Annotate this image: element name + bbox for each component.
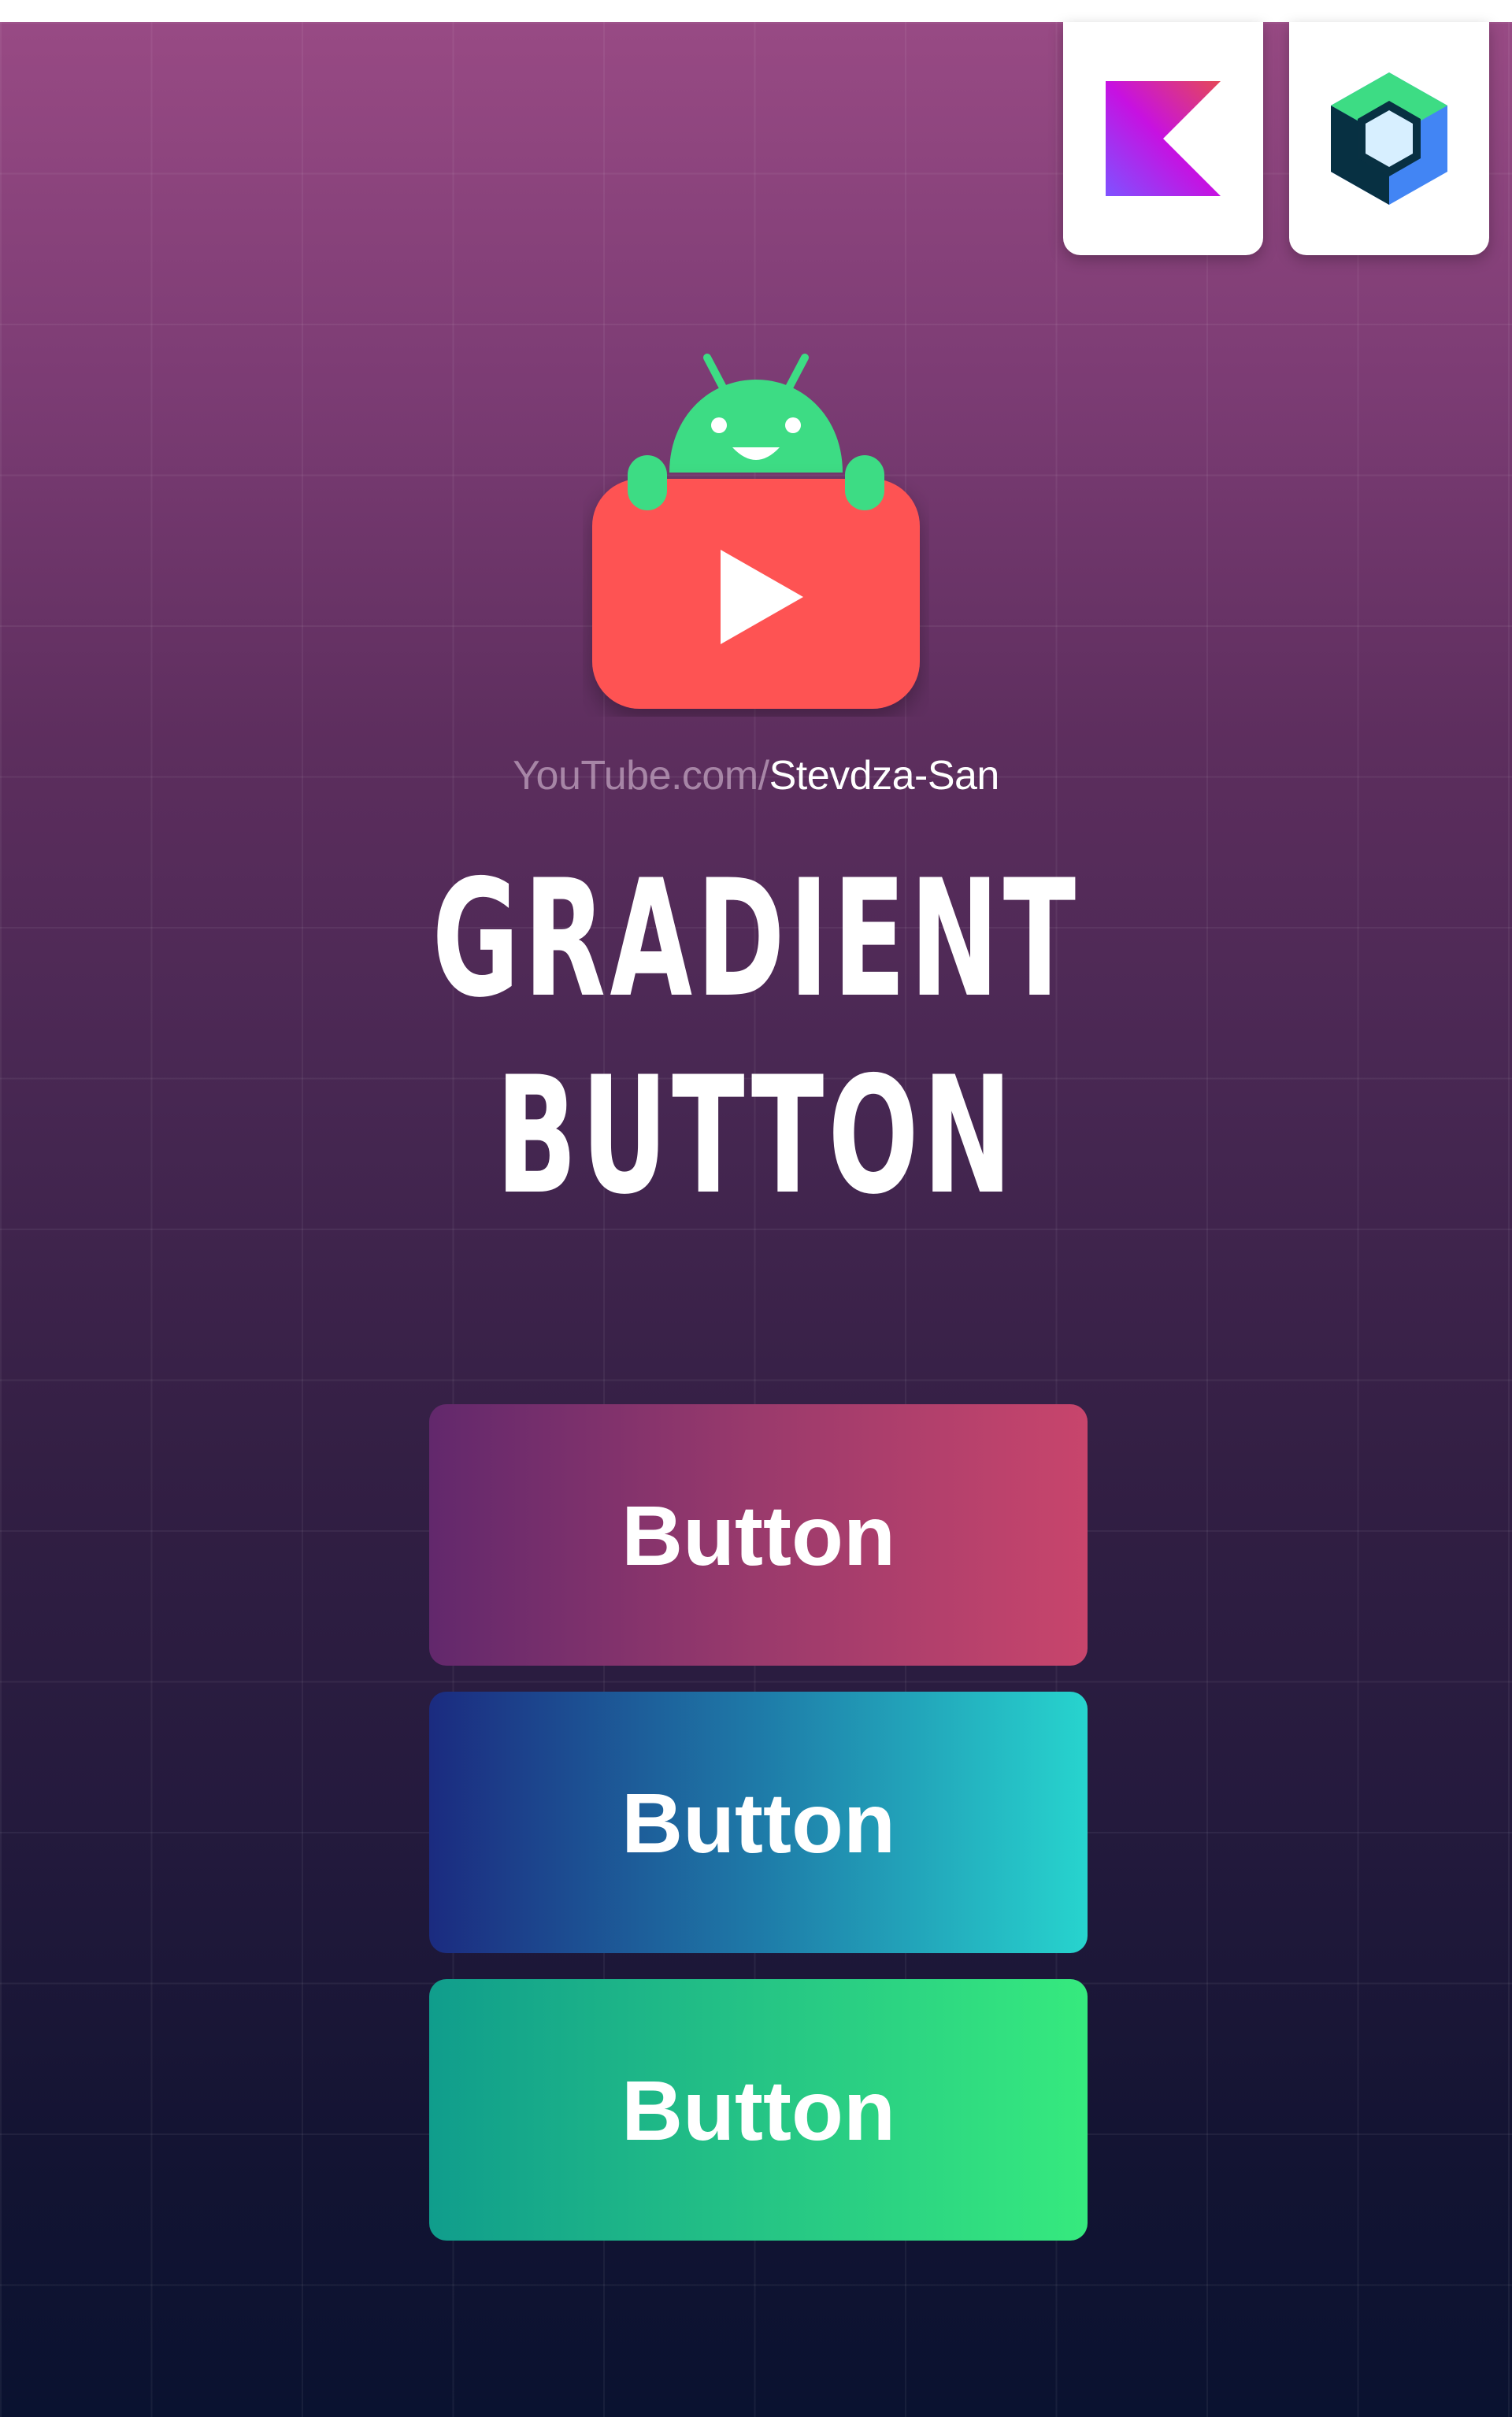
jetpack-compose-logo-tile (1289, 22, 1489, 255)
kotlin-logo-icon (1106, 81, 1221, 196)
top-bar (0, 0, 1512, 22)
gradient-button-green[interactable]: Button (429, 1979, 1088, 2241)
gradient-button-label: Button (621, 1774, 895, 1870)
page-title-line-1: GRADIENT (432, 846, 1080, 1033)
channel-url-handle: Stevdza-San (769, 753, 1000, 799)
gradient-button-purple[interactable]: Button (429, 1404, 1088, 1666)
channel-url: YouTube.com/Stevdza-San (0, 744, 1512, 807)
page-title-line-2: BUTTON (495, 1043, 1017, 1230)
page: YouTube.com/Stevdza-San GRADIENT BUTTON … (0, 0, 1512, 2417)
gradient-button-blue[interactable]: Button (429, 1692, 1088, 1953)
gradient-button-label: Button (621, 1487, 895, 1583)
channel-url-prefix: YouTube.com/ (513, 753, 769, 799)
kotlin-logo-tile (1063, 22, 1263, 255)
jetpack-compose-logo-icon (1331, 72, 1447, 205)
gradient-button-label: Button (621, 2062, 895, 2158)
youtube-android-logo-icon (592, 354, 920, 709)
